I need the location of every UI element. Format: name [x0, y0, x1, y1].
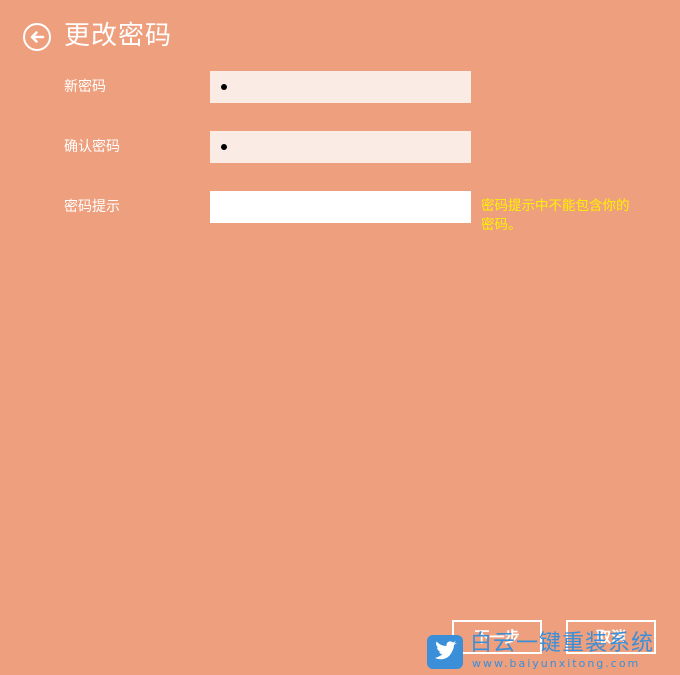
back-button[interactable]	[23, 23, 51, 51]
password-hint-label: 密码提示	[64, 199, 120, 215]
password-mask-dot	[221, 144, 227, 150]
back-arrow-icon	[30, 31, 45, 43]
confirm-password-field[interactable]	[210, 131, 471, 163]
new-password-label: 新密码	[64, 79, 106, 95]
confirm-password-label: 确认密码	[64, 139, 120, 155]
password-hint-field[interactable]	[210, 191, 471, 223]
password-hint-warning: 密码提示中不能包含你的密码。	[481, 198, 630, 233]
new-password-field[interactable]	[210, 71, 471, 103]
cancel-button[interactable]: 取消	[566, 620, 656, 654]
password-mask-dot	[221, 84, 227, 90]
next-button[interactable]: 下一步	[452, 620, 542, 654]
watermark-url: www.baiyunxitong.com	[472, 657, 641, 670]
page-title: 更改密码	[64, 21, 173, 51]
